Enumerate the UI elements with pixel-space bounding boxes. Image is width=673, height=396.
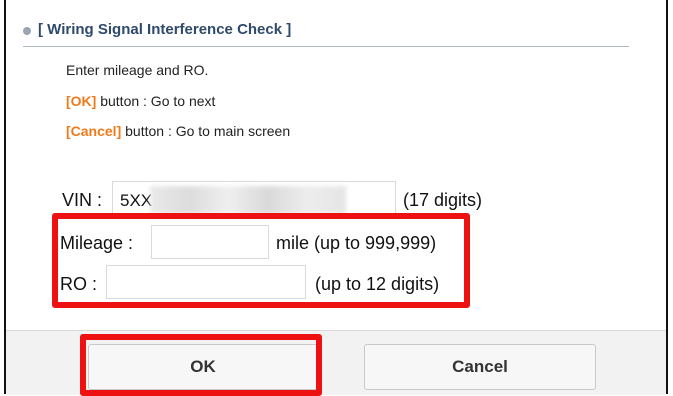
cancel-reference-desc: button : Go to main screen — [121, 123, 291, 139]
cancel-reference: [Cancel] — [66, 123, 122, 139]
instruction-line: Enter mileage and RO. — [66, 62, 209, 78]
vin-redaction — [150, 186, 346, 214]
ok-reference-desc: button : Go to next — [96, 93, 216, 109]
vin-hint: (17 digits) — [403, 190, 483, 210]
instruction-ok: [OK] button : Go to next — [66, 93, 215, 109]
vin-value: 5XX — [120, 191, 153, 210]
input-highlight-box — [52, 213, 470, 308]
ok-highlight-box — [80, 334, 322, 396]
vin-label: VIN : — [62, 190, 103, 210]
section-header: [ Wiring Signal Interference Check ] — [23, 20, 629, 47]
ok-reference: [OK] — [66, 93, 97, 109]
cancel-button[interactable]: Cancel — [364, 344, 596, 390]
instruction-cancel: [Cancel] button : Go to main screen — [66, 123, 290, 139]
section-title: [ Wiring Signal Interference Check ] — [38, 21, 292, 38]
bullet-icon — [23, 27, 31, 35]
